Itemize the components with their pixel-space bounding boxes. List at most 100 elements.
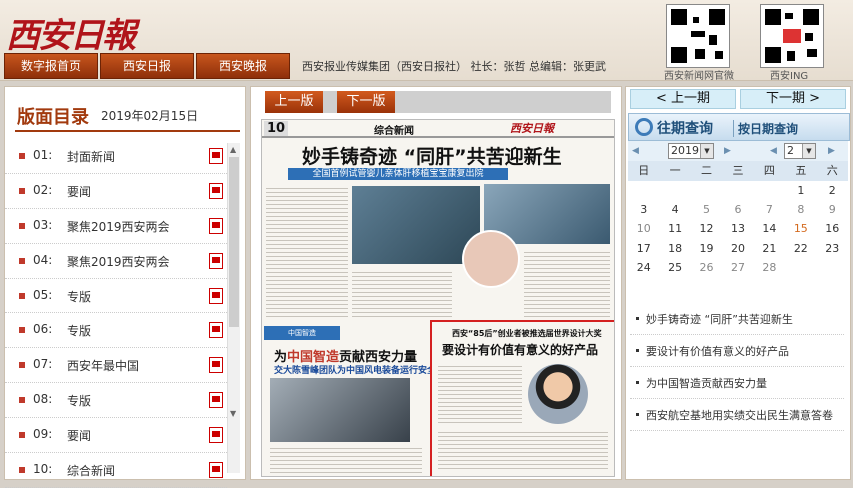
list-item[interactable]: 03: 聚焦2019西安两会 (5, 209, 227, 244)
page-number-badge: 10 (264, 121, 289, 136)
month-select[interactable]: 2 ▼ (784, 143, 816, 159)
page-label[interactable]: 封面新闻 (67, 148, 115, 165)
calendar-day[interactable]: 10 (628, 219, 659, 238)
highlighted-article[interactable]: 西安“85后”创业者被推选届世界设计大奖 要设计有价值有意义的好产品 (430, 320, 614, 476)
next-year-icon[interactable]: ▶ (724, 146, 731, 156)
nav-xian-evening[interactable]: 西安晚报 (196, 53, 290, 79)
pdf-icon[interactable] (209, 182, 223, 199)
qr-label-xian-ing: 西安ING (770, 71, 809, 82)
year-select[interactable]: 2019 ▼ (668, 143, 714, 159)
headline-link[interactable]: 西安航空基地用实绩交出民生满意答卷 (646, 407, 833, 423)
page-label[interactable]: 要闻 (67, 427, 91, 444)
page-label[interactable]: 要闻 (67, 183, 91, 200)
calendar-day[interactable]: 16 (817, 219, 848, 238)
list-item[interactable]: 05: 专版 (5, 279, 227, 314)
prev-month-icon[interactable]: ◀ (770, 146, 777, 156)
page-label[interactable]: 专版 (67, 392, 91, 409)
headline-link[interactable]: 为中国智造贡献西安力量 (646, 375, 767, 391)
calendar-day[interactable]: 14 (754, 219, 785, 238)
pdf-icon[interactable] (209, 357, 223, 374)
list-item[interactable]: 为中国智造贡献西安力量 (630, 367, 844, 399)
calendar-day[interactable]: 18 (659, 239, 690, 258)
calendar-day[interactable]: 19 (691, 239, 722, 258)
calendar-day[interactable]: 23 (817, 239, 848, 258)
article-subheadline: 全国首例试管婴儿亲体肝移植宝宝康复出院 (288, 168, 508, 180)
headline-link[interactable]: 妙手铸奇迹 “同肝”共苦迎新生 (646, 311, 793, 327)
pdf-icon[interactable] (209, 287, 223, 304)
list-item[interactable]: 08: 专版 (5, 383, 227, 419)
page-label[interactable]: 聚焦2019西安两会 (67, 218, 170, 235)
pdf-icon[interactable] (209, 322, 223, 339)
calendar-day[interactable]: 6 (722, 200, 753, 219)
directory-scrollbar[interactable]: ▲ ▼ (227, 143, 240, 473)
calendar-day-selected[interactable]: 15 (785, 219, 816, 238)
calendar-day[interactable]: 17 (628, 239, 659, 258)
pdf-icon[interactable] (209, 462, 223, 479)
page-number: 08: (33, 392, 53, 407)
calendar-day[interactable]: 21 (754, 239, 785, 258)
query-by-date-link[interactable]: 按日期查询 (733, 120, 798, 137)
calendar-day[interactable]: 4 (659, 200, 690, 219)
page-label[interactable]: 西安年最中国 (67, 357, 139, 374)
list-item[interactable]: 02: 要闻 (5, 174, 227, 209)
list-item[interactable]: 10: 综合新闻 (5, 453, 227, 488)
newspaper-page-image[interactable]: 10 综合新闻 西安日報 妙手铸奇迹 “同肝”共苦迎新生 全国首例试管婴儿亲体肝… (261, 119, 615, 477)
calendar-day[interactable]: 25 (659, 258, 690, 277)
list-item[interactable]: 西安航空基地用实绩交出民生满意答卷 (630, 399, 844, 431)
calendar-day[interactable]: 12 (691, 219, 722, 238)
bullet-icon (636, 413, 639, 416)
list-item[interactable]: 01: 封面新闻 (5, 139, 227, 174)
article-headline[interactable]: 妙手铸奇迹 “同肝”共苦迎新生 (302, 142, 562, 169)
next-page-button[interactable]: 下一版 (337, 91, 395, 113)
page-label[interactable]: 聚焦2019西安两会 (67, 253, 170, 270)
weekday-label: 一 (669, 164, 681, 177)
list-item[interactable]: 06: 专版 (5, 313, 227, 349)
pdf-icon[interactable] (209, 252, 223, 269)
list-item[interactable]: 要设计有价值有意义的好产品 (630, 335, 844, 367)
calendar-day[interactable]: 8 (785, 200, 816, 219)
next-month-icon[interactable]: ▶ (828, 146, 835, 156)
pdf-icon[interactable] (209, 148, 223, 164)
scroll-down-icon[interactable]: ▼ (230, 409, 236, 418)
calendar-week: 3 4 5 6 7 8 9 (628, 200, 848, 219)
calendar-day[interactable]: 7 (754, 200, 785, 219)
list-item[interactable]: 07: 西安年最中国 (5, 348, 227, 384)
calendar-day[interactable]: 22 (785, 239, 816, 258)
scroll-up-icon[interactable]: ▲ (230, 145, 236, 154)
pdf-icon[interactable] (209, 427, 223, 444)
next-issue-button[interactable]: 下一期 > (740, 89, 846, 109)
calendar-day[interactable]: 24 (628, 258, 659, 277)
calendar-week: 10 11 12 13 14 15 16 (628, 219, 848, 238)
page-label[interactable]: 专版 (67, 288, 91, 305)
calendar-day[interactable]: 13 (722, 219, 753, 238)
calendar-day[interactable]: 20 (722, 239, 753, 258)
nav-digital-home[interactable]: 数字报首页 (4, 53, 98, 79)
calendar-day[interactable]: 2 (817, 181, 848, 200)
scrollbar-thumb[interactable] (229, 157, 239, 327)
calendar-day[interactable]: 27 (722, 258, 753, 277)
prev-issue-button[interactable]: < 上一期 (630, 89, 736, 109)
bullet-icon (19, 153, 25, 159)
pdf-icon[interactable] (209, 217, 223, 234)
list-item[interactable]: 妙手铸奇迹 “同肝”共苦迎新生 (630, 303, 844, 335)
list-item[interactable]: 04: 聚焦2019西安两会 (5, 244, 227, 279)
page-label[interactable]: 综合新闻 (67, 462, 115, 479)
prev-page-button[interactable]: 上一版 (265, 91, 323, 113)
calendar-day[interactable]: 11 (659, 219, 690, 238)
calendar-day[interactable]: 5 (691, 200, 722, 219)
weekday-label: 四 (763, 164, 775, 177)
calendar-day[interactable]: 26 (691, 258, 722, 277)
list-item[interactable]: 09: 要闻 (5, 418, 227, 454)
nav-xian-daily[interactable]: 西安日报 (100, 53, 194, 79)
headline-link[interactable]: 要设计有价值有意义的好产品 (646, 343, 789, 359)
bullet-icon (19, 187, 25, 194)
page-label[interactable]: 专版 (67, 322, 91, 339)
calendar-day[interactable]: 28 (754, 258, 785, 277)
prev-year-icon[interactable]: ◀ (632, 146, 639, 156)
calendar-day[interactable]: 1 (785, 181, 816, 200)
pdf-icon[interactable] (209, 392, 223, 409)
article-headline-3[interactable]: 要设计有价值有意义的好产品 (442, 341, 598, 358)
calendar-day[interactable]: 3 (628, 200, 659, 219)
xian-daily-logo[interactable]: 西安日報 (6, 8, 136, 57)
calendar-day[interactable]: 9 (817, 200, 848, 219)
